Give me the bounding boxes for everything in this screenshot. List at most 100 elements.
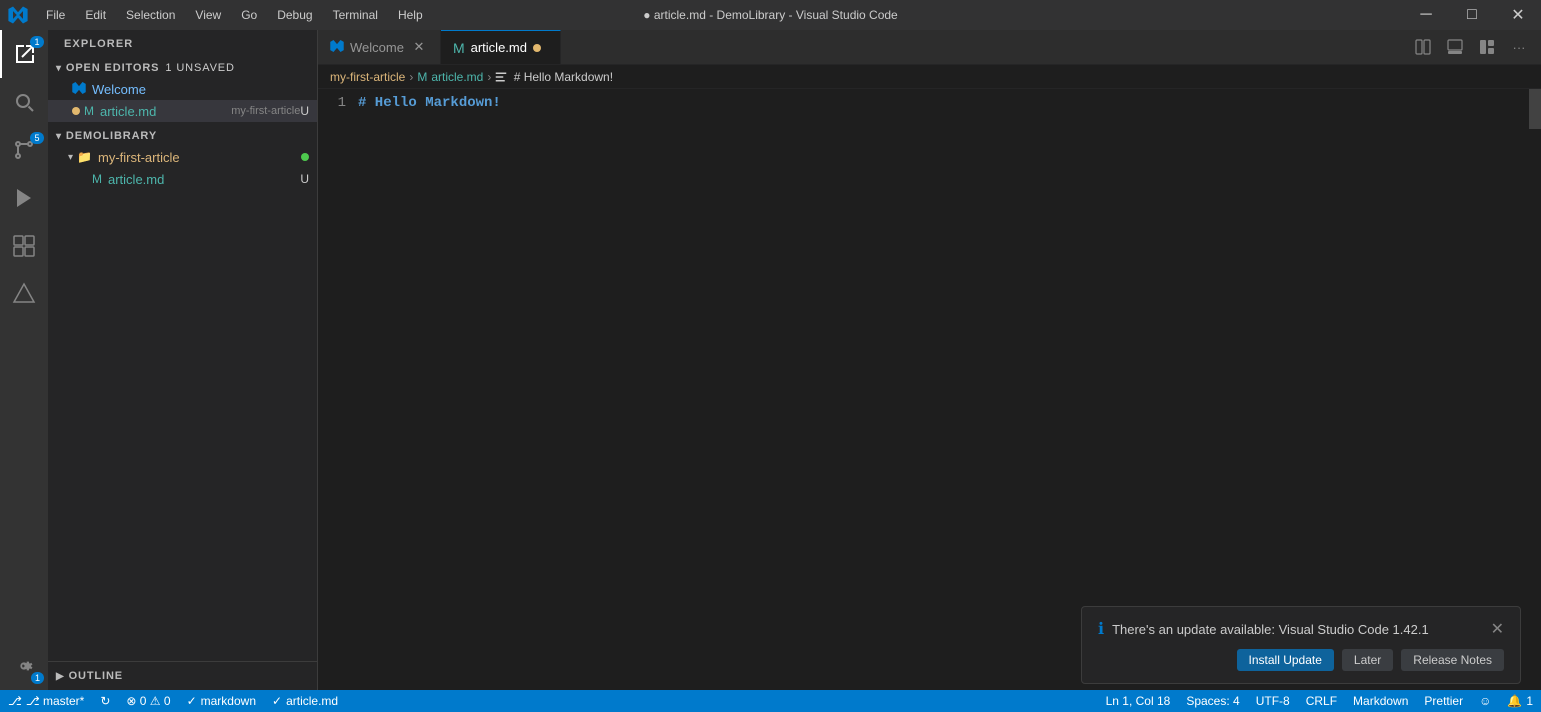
sync-status[interactable]: ↻	[92, 690, 118, 712]
menu-selection[interactable]: Selection	[116, 4, 185, 26]
spaces-status[interactable]: Spaces: 4	[1178, 690, 1247, 712]
article-tab-label: article.md	[471, 40, 527, 55]
title-bar: File Edit Selection View Go Debug Termin…	[0, 0, 1541, 30]
checkmark-icon: ✓	[187, 694, 197, 708]
formatter-status[interactable]: Prettier	[1416, 690, 1471, 712]
menu-terminal[interactable]: Terminal	[323, 4, 388, 26]
breadcrumb-folder[interactable]: my-first-article	[330, 70, 405, 84]
install-update-button[interactable]: Install Update	[1237, 649, 1334, 671]
article-path-status: article.md	[286, 694, 338, 708]
menu-help[interactable]: Help	[388, 4, 433, 26]
breadcrumb-file-icon: M	[417, 70, 427, 84]
git-branch-label: ⎇ master*	[26, 694, 85, 708]
close-button[interactable]: ✕	[1495, 0, 1541, 30]
notification-close-button[interactable]: ✕	[1491, 619, 1504, 639]
ln-col-status[interactable]: Ln 1, Col 18	[1098, 690, 1179, 712]
search-activity-icon[interactable]	[0, 78, 48, 126]
more-actions-button[interactable]: ···	[1505, 33, 1533, 61]
notification-status[interactable]: 🔔 1	[1499, 690, 1541, 712]
folder-label: my-first-article	[98, 150, 301, 165]
split-editor-button[interactable]	[1409, 33, 1437, 61]
extensions-activity-icon[interactable]	[0, 222, 48, 270]
breadcrumb-file[interactable]: article.md	[431, 70, 483, 84]
sidebar: EXPLORER ▾ OPEN EDITORS 1 UNSAVED Welcom…	[48, 30, 318, 690]
article-file-item-tree[interactable]: M article.md U	[48, 168, 317, 190]
article-unsaved-badge: U	[300, 104, 309, 118]
outline-chevron: ▶	[56, 671, 65, 682]
toggle-panel-button[interactable]	[1441, 33, 1469, 61]
welcome-tab-label: Welcome	[350, 40, 404, 55]
notification-header: ℹ There's an update available: Visual St…	[1098, 619, 1504, 639]
later-button[interactable]: Later	[1342, 649, 1393, 671]
welcome-file-item[interactable]: Welcome	[48, 78, 317, 100]
outline-header[interactable]: ▶ OUTLINE	[48, 666, 317, 686]
article-check-status[interactable]: ✓ article.md	[264, 690, 346, 712]
scroll-thumb	[1529, 89, 1541, 129]
release-notes-button[interactable]: Release Notes	[1401, 649, 1504, 671]
article-file-item-editors[interactable]: M article.md my-first-article U	[48, 100, 317, 122]
breadcrumb: my-first-article › M article.md › # Hell…	[318, 65, 1541, 89]
source-control-activity-icon[interactable]: 5	[0, 126, 48, 174]
debug-activity-icon[interactable]	[0, 174, 48, 222]
open-editors-chevron: ▾	[56, 63, 62, 74]
open-editors-section[interactable]: ▾ OPEN EDITORS 1 UNSAVED	[48, 58, 317, 78]
my-first-article-folder[interactable]: ▾ 📁 my-first-article	[48, 146, 317, 168]
status-bar: ⎇ ⎇ master* ↻ ⊗ 0 ⚠ 0 ✓ markdown ✓ artic…	[0, 690, 1541, 712]
menu-debug[interactable]: Debug	[267, 4, 322, 26]
welcome-tab-close[interactable]: ✕	[410, 38, 428, 56]
folder-icon: 📁	[77, 150, 92, 164]
article-tab-icon: M	[453, 40, 465, 56]
welcome-file-label: Welcome	[92, 82, 317, 97]
language-status[interactable]: Markdown	[1345, 690, 1416, 712]
maximize-button[interactable]: □	[1449, 0, 1495, 30]
customize-layout-button[interactable]	[1473, 33, 1501, 61]
minimize-button[interactable]: ─	[1403, 0, 1449, 30]
git-branch-icon: ⎇	[8, 694, 22, 708]
sidebar-title: EXPLORER	[48, 30, 317, 58]
error-warning-status[interactable]: ⊗ 0 ⚠ 0	[118, 690, 178, 712]
window-title: ● article.md - DemoLibrary - Visual Stud…	[643, 8, 897, 22]
explorer-badge: 1	[30, 36, 44, 48]
explorer-activity-icon[interactable]: 1	[0, 30, 48, 78]
tab-bar: Welcome ✕ M article.md ···	[318, 30, 1541, 65]
tab-actions: ···	[1409, 30, 1541, 64]
eol-label: CRLF	[1306, 694, 1337, 708]
vscode-file-icon	[72, 81, 86, 98]
notification-text: ℹ There's an update available: Visual St…	[1098, 619, 1429, 639]
eol-status[interactable]: CRLF	[1298, 690, 1345, 712]
git-branch-status[interactable]: ⎇ ⎇ master*	[0, 690, 92, 712]
menu-file[interactable]: File	[36, 4, 75, 26]
breadcrumb-symbol[interactable]: # Hello Markdown!	[495, 70, 613, 84]
open-editors-label: OPEN EDITORS	[66, 62, 159, 74]
demolibrary-section[interactable]: ▾ DEMOLIBRARY	[48, 122, 317, 146]
breadcrumb-sep-2: ›	[487, 70, 491, 84]
activity-bar-bottom: 1	[0, 642, 48, 690]
notification-popup: ℹ There's an update available: Visual St…	[1081, 606, 1521, 684]
editor-content[interactable]: 1 # Hello Markdown!	[318, 89, 1541, 690]
title-bar-left: File Edit Selection View Go Debug Termin…	[0, 4, 433, 26]
code-editor[interactable]: # Hello Markdown!	[358, 89, 1541, 114]
scrollbar[interactable]	[1529, 89, 1541, 690]
code-line-1: # Hello Markdown!	[358, 93, 1541, 114]
feedback-status[interactable]: ☺	[1471, 690, 1499, 712]
article-file-label: article.md	[100, 104, 227, 119]
menu-edit[interactable]: Edit	[75, 4, 116, 26]
spaces-label: Spaces: 4	[1186, 694, 1239, 708]
welcome-tab[interactable]: Welcome ✕	[318, 30, 441, 64]
article-tab[interactable]: M article.md	[441, 30, 561, 64]
notification-buttons: Install Update Later Release Notes	[1098, 649, 1504, 671]
menu-view[interactable]: View	[185, 4, 231, 26]
editor-scroll: 1 # Hello Markdown!	[318, 89, 1541, 114]
formatter-label: Prettier	[1424, 694, 1463, 708]
encoding-status[interactable]: UTF-8	[1248, 690, 1298, 712]
article-markdown-icon: M	[92, 172, 102, 186]
accounts-activity-icon[interactable]	[0, 270, 48, 318]
menu-go[interactable]: Go	[231, 4, 267, 26]
markdown-check-status[interactable]: ✓ markdown	[179, 690, 264, 712]
article-tree-badge: U	[300, 172, 309, 186]
line-numbers: 1	[318, 89, 358, 114]
settings-activity-icon[interactable]: 1	[0, 642, 48, 690]
activity-bar: 1 5 1	[0, 30, 48, 690]
notification-count: 1	[1526, 694, 1533, 708]
unsaved-count-badge: 1 UNSAVED	[165, 62, 234, 74]
